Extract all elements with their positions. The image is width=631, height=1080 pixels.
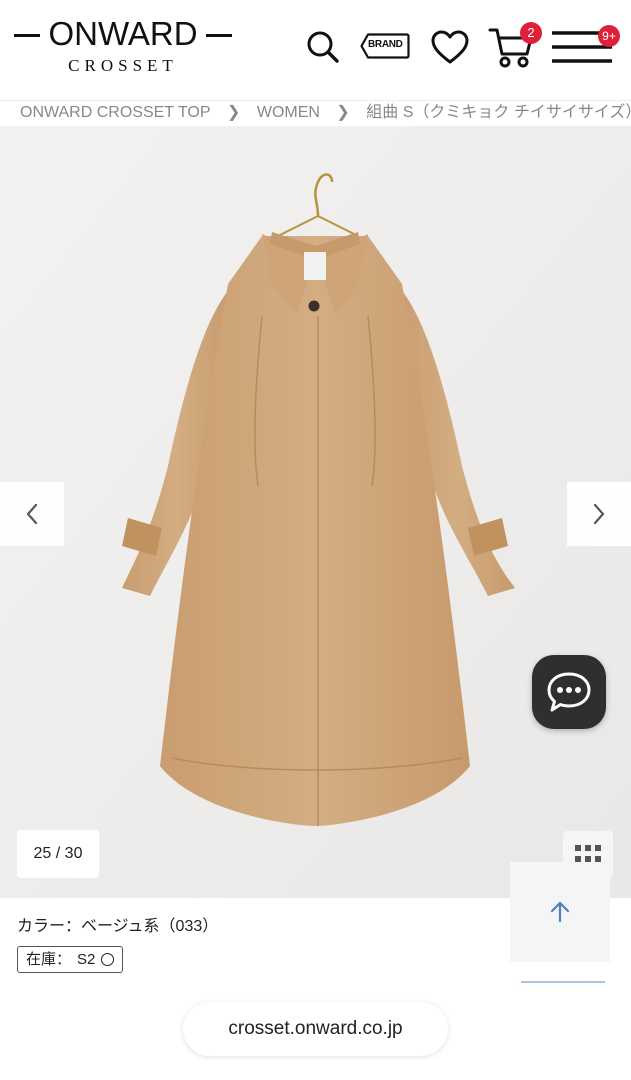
brand-button[interactable]: BRAND bbox=[360, 33, 410, 59]
stock-size: S2 bbox=[77, 951, 96, 968]
chevron-left-icon bbox=[26, 503, 38, 525]
chat-button[interactable] bbox=[532, 655, 606, 729]
product-color-label: カラー：ベージュ系（033） bbox=[17, 918, 219, 935]
in-stock-circle-icon bbox=[101, 953, 115, 966]
chat-icon bbox=[547, 672, 591, 712]
image-counter: 25 / 30 bbox=[17, 830, 99, 878]
site-header: ONWARD CROSSET BRAND 2 9+ bbox=[0, 0, 631, 100]
breadcrumb-item-brand[interactable]: 組曲 S（クミキョク チイサイサイズ） bbox=[366, 101, 631, 125]
logo-main-text: ONWARD bbox=[48, 15, 198, 52]
product-image-gallery[interactable]: 25 / 30 bbox=[0, 126, 631, 898]
arrow-up-icon bbox=[550, 901, 570, 923]
logo-sub-text: CROSSET bbox=[68, 56, 178, 75]
breadcrumb: ONWARD CROSSET TOP ❯ WOMEN ❯ 組曲 S（クミキョク … bbox=[0, 100, 631, 126]
chevron-right-icon bbox=[593, 503, 605, 525]
chevron-right-icon: ❯ bbox=[336, 104, 350, 121]
search-button[interactable] bbox=[302, 24, 344, 70]
onward-crosset-logo[interactable]: ONWARD CROSSET bbox=[14, 14, 232, 80]
brand-label: BRAND bbox=[368, 39, 403, 50]
stock-label: 在庫： bbox=[26, 951, 72, 968]
breadcrumb-item-top[interactable]: ONWARD CROSSET TOP bbox=[20, 101, 211, 125]
breadcrumb-item-women[interactable]: WOMEN bbox=[257, 101, 320, 125]
favorites-button[interactable] bbox=[428, 24, 472, 70]
chevron-right-icon: ❯ bbox=[227, 104, 241, 121]
product-image bbox=[0, 126, 631, 898]
gallery-prev-button[interactable] bbox=[0, 482, 64, 546]
scroll-indicator-line bbox=[521, 981, 605, 983]
stock-status-box[interactable]: 在庫： S2 bbox=[17, 946, 124, 973]
menu-notification-badge: 9+ bbox=[598, 25, 620, 47]
logo-line-right bbox=[206, 34, 232, 37]
cart-count-badge: 2 bbox=[520, 22, 542, 44]
scroll-to-top-button[interactable] bbox=[510, 862, 610, 962]
browser-url-pill[interactable]: crosset.onward.co.jp bbox=[183, 1002, 448, 1056]
search-icon bbox=[307, 31, 339, 63]
gallery-next-button[interactable] bbox=[567, 482, 631, 546]
heart-icon bbox=[431, 30, 469, 64]
grid-icon bbox=[575, 845, 601, 862]
